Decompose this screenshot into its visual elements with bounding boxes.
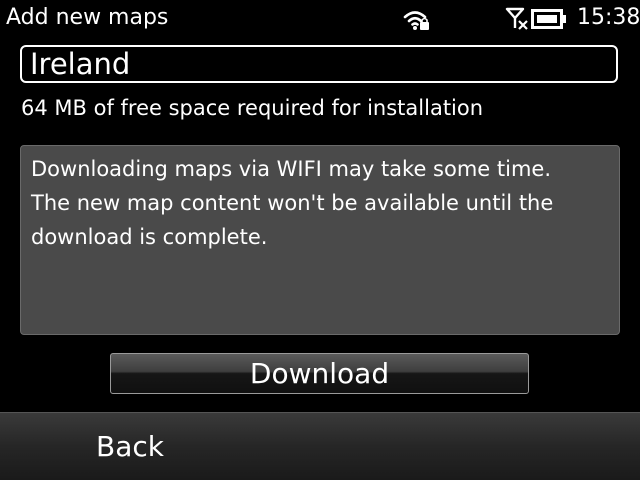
back-button[interactable]: Back bbox=[70, 423, 190, 471]
status-bar: Add new maps 15:38 bbox=[0, 0, 640, 38]
wifi-secured-icon bbox=[403, 11, 429, 30]
download-info-box: Downloading maps via WIFI may take some … bbox=[20, 145, 620, 335]
screen-title: Add new maps bbox=[6, 5, 169, 30]
info-line: Downloading maps via WIFI may take some … bbox=[31, 157, 552, 181]
no-signal-icon bbox=[505, 7, 528, 30]
battery-full-icon bbox=[531, 9, 566, 29]
map-region-field[interactable]: Ireland bbox=[20, 45, 618, 83]
info-line: download is complete. bbox=[31, 225, 268, 249]
clock: 15:38 bbox=[577, 5, 640, 30]
space-requirement-text: 64 MB of free space required for install… bbox=[21, 96, 484, 120]
download-button[interactable]: Download bbox=[110, 353, 529, 394]
info-line: The new map content won't be available u… bbox=[31, 191, 554, 215]
softkey-bar: Back bbox=[0, 412, 640, 480]
